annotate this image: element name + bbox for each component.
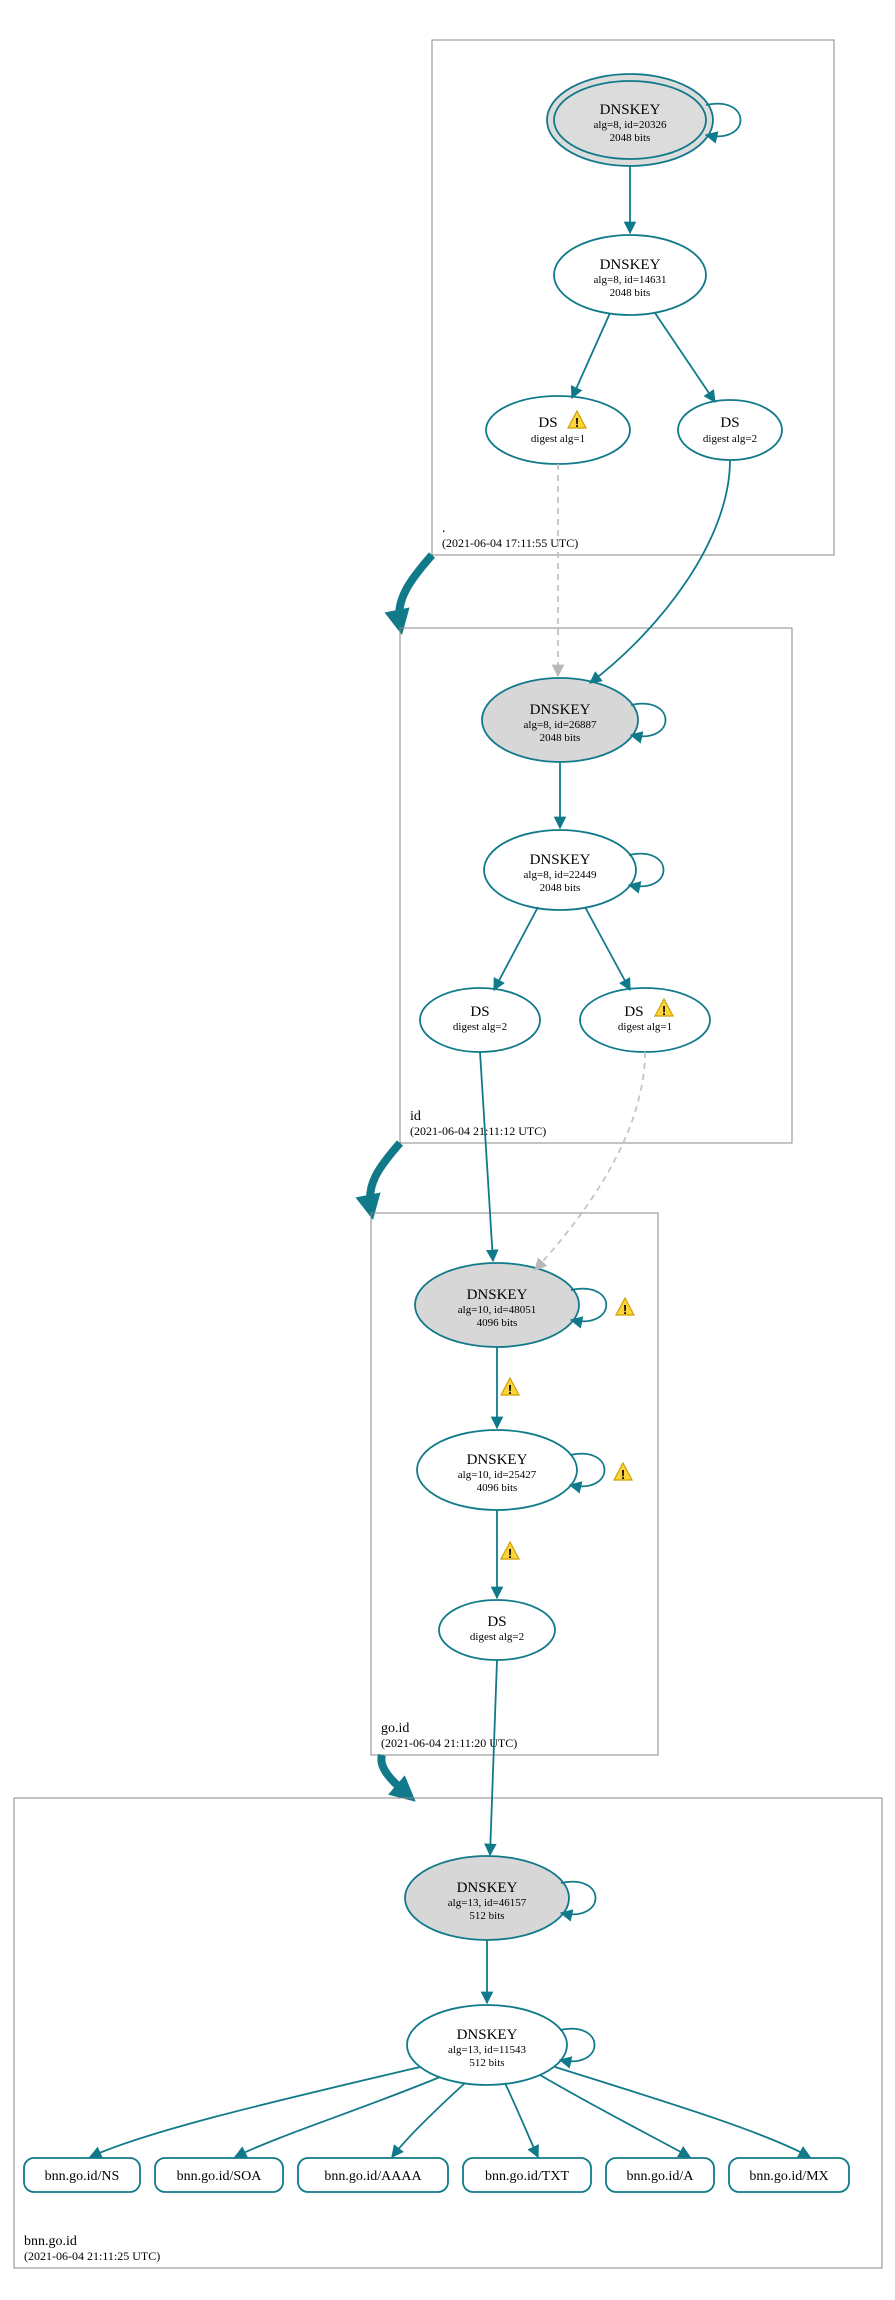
node-root-ds1: DS digest alg=1 !	[486, 396, 630, 464]
svg-text:!: !	[575, 415, 579, 430]
svg-text:bnn.go.id/NS: bnn.go.id/NS	[45, 2169, 120, 2184]
svg-text:!: !	[508, 1382, 512, 1397]
rrset-soa: bnn.go.id/SOA	[155, 2158, 283, 2192]
node-id-zsk: DNSKEY alg=8, id=22449 2048 bits	[484, 830, 636, 910]
svg-text:alg=10, id=48051: alg=10, id=48051	[458, 1304, 536, 1316]
svg-text:bnn.go.id/MX: bnn.go.id/MX	[749, 2169, 828, 2184]
zone-id-label: id	[410, 1109, 421, 1124]
svg-text:digest alg=2: digest alg=2	[470, 1631, 524, 1643]
svg-text:2048 bits: 2048 bits	[540, 882, 581, 894]
rrset-a: bnn.go.id/A	[606, 2158, 714, 2192]
zone-arrow-id-to-goid	[370, 1143, 400, 1210]
rrset-aaaa: bnn.go.id/AAAA	[298, 2158, 448, 2192]
zone-arrow-goid-to-bnn	[381, 1755, 408, 1795]
zone-goid: go.id (2021-06-04 21:11:20 UTC) DNSKEY a…	[371, 1052, 658, 1755]
zone-id-timestamp: (2021-06-04 21:11:12 UTC)	[410, 1124, 546, 1138]
svg-text:2048 bits: 2048 bits	[610, 287, 651, 299]
svg-text:512 bits: 512 bits	[469, 1910, 504, 1922]
svg-text:DNSKEY: DNSKEY	[600, 257, 661, 273]
zone-bnn-label: bnn.go.id	[24, 2234, 77, 2249]
svg-text:DS: DS	[487, 1614, 506, 1630]
svg-text:DNSKEY: DNSKEY	[457, 2027, 518, 2043]
zone-bnn-timestamp: (2021-06-04 21:11:25 UTC)	[24, 2249, 160, 2263]
node-id-ds2: DS digest alg=1 !	[580, 988, 710, 1052]
svg-text:alg=8, id=22449: alg=8, id=22449	[524, 869, 597, 881]
svg-text:alg=13, id=11543: alg=13, id=11543	[448, 2044, 526, 2056]
svg-text:alg=8, id=20326: alg=8, id=20326	[594, 119, 667, 131]
zone-bnn: bnn.go.id (2021-06-04 21:11:25 UTC) DNSK…	[14, 1660, 882, 2268]
zone-arrow-root-to-id	[399, 555, 432, 625]
svg-text:alg=13, id=46157: alg=13, id=46157	[448, 1897, 527, 1909]
rrset-txt: bnn.go.id/TXT	[463, 2158, 591, 2192]
zone-id: id (2021-06-04 21:11:12 UTC) DNSKEY alg=…	[400, 460, 792, 1143]
warning-icon: !	[616, 1298, 634, 1317]
node-bnn-zsk: DNSKEY alg=13, id=11543 512 bits	[407, 2005, 567, 2085]
svg-text:4096 bits: 4096 bits	[477, 1317, 518, 1329]
svg-text:512 bits: 512 bits	[469, 2057, 504, 2069]
svg-text:!: !	[621, 1467, 625, 1482]
rrset-ns: bnn.go.id/NS	[24, 2158, 140, 2192]
zone-root-label: .	[442, 521, 446, 536]
svg-text:digest alg=2: digest alg=2	[703, 433, 757, 445]
svg-text:DS: DS	[470, 1004, 489, 1020]
svg-text:bnn.go.id/TXT: bnn.go.id/TXT	[485, 2169, 569, 2184]
svg-text:alg=8, id=26887: alg=8, id=26887	[524, 719, 597, 731]
svg-text:DNSKEY: DNSKEY	[467, 1452, 528, 1468]
node-root-zsk: DNSKEY alg=8, id=14631 2048 bits	[554, 235, 706, 315]
svg-text:!: !	[662, 1003, 666, 1018]
svg-text:DNSKEY: DNSKEY	[467, 1287, 528, 1303]
node-root-ksk: DNSKEY alg=8, id=20326 2048 bits	[547, 74, 713, 166]
svg-text:digest alg=2: digest alg=2	[453, 1021, 507, 1033]
svg-text:alg=8, id=14631: alg=8, id=14631	[594, 274, 667, 286]
svg-text:4096 bits: 4096 bits	[477, 1482, 518, 1494]
svg-text:DS: DS	[720, 415, 739, 431]
zone-goid-timestamp: (2021-06-04 21:11:20 UTC)	[381, 1736, 517, 1750]
node-goid-ksk: DNSKEY alg=10, id=48051 4096 bits	[415, 1263, 579, 1347]
svg-text:!: !	[623, 1302, 627, 1317]
node-root-ds2: DS digest alg=2	[678, 400, 782, 460]
zone-root: . (2021-06-04 17:11:55 UTC) DNSKEY alg=8…	[432, 40, 834, 555]
node-bnn-ksk: DNSKEY alg=13, id=46157 512 bits	[405, 1856, 569, 1940]
svg-text:digest alg=1: digest alg=1	[618, 1021, 672, 1033]
svg-text:bnn.go.id/SOA: bnn.go.id/SOA	[177, 2169, 263, 2184]
node-goid-ds: DS digest alg=2	[439, 1600, 555, 1660]
svg-text:DNSKEY: DNSKEY	[600, 102, 661, 118]
node-goid-zsk: DNSKEY alg=10, id=25427 4096 bits	[417, 1430, 577, 1510]
svg-text:DS: DS	[624, 1004, 643, 1020]
svg-text:!: !	[508, 1546, 512, 1561]
zone-goid-label: go.id	[381, 1721, 409, 1736]
node-id-ksk: DNSKEY alg=8, id=26887 2048 bits	[482, 678, 638, 762]
rrset-mx: bnn.go.id/MX	[729, 2158, 849, 2192]
svg-text:bnn.go.id/AAAA: bnn.go.id/AAAA	[324, 2169, 422, 2184]
svg-text:bnn.go.id/A: bnn.go.id/A	[627, 2169, 695, 2184]
svg-text:2048 bits: 2048 bits	[540, 732, 581, 744]
svg-text:DNSKEY: DNSKEY	[530, 702, 591, 718]
warning-icon: !	[501, 1542, 519, 1561]
svg-text:DS: DS	[538, 415, 557, 431]
warning-icon: !	[501, 1378, 519, 1397]
svg-text:DNSKEY: DNSKEY	[457, 1880, 518, 1896]
warning-icon: !	[614, 1463, 632, 1482]
svg-text:alg=10, id=25427: alg=10, id=25427	[458, 1469, 537, 1481]
svg-text:digest alg=1: digest alg=1	[531, 433, 585, 445]
svg-text:DNSKEY: DNSKEY	[530, 852, 591, 868]
node-id-ds1: DS digest alg=2	[420, 988, 540, 1052]
dnssec-graph: . (2021-06-04 17:11:55 UTC) DNSKEY alg=8…	[0, 0, 895, 2300]
svg-text:2048 bits: 2048 bits	[610, 132, 651, 144]
